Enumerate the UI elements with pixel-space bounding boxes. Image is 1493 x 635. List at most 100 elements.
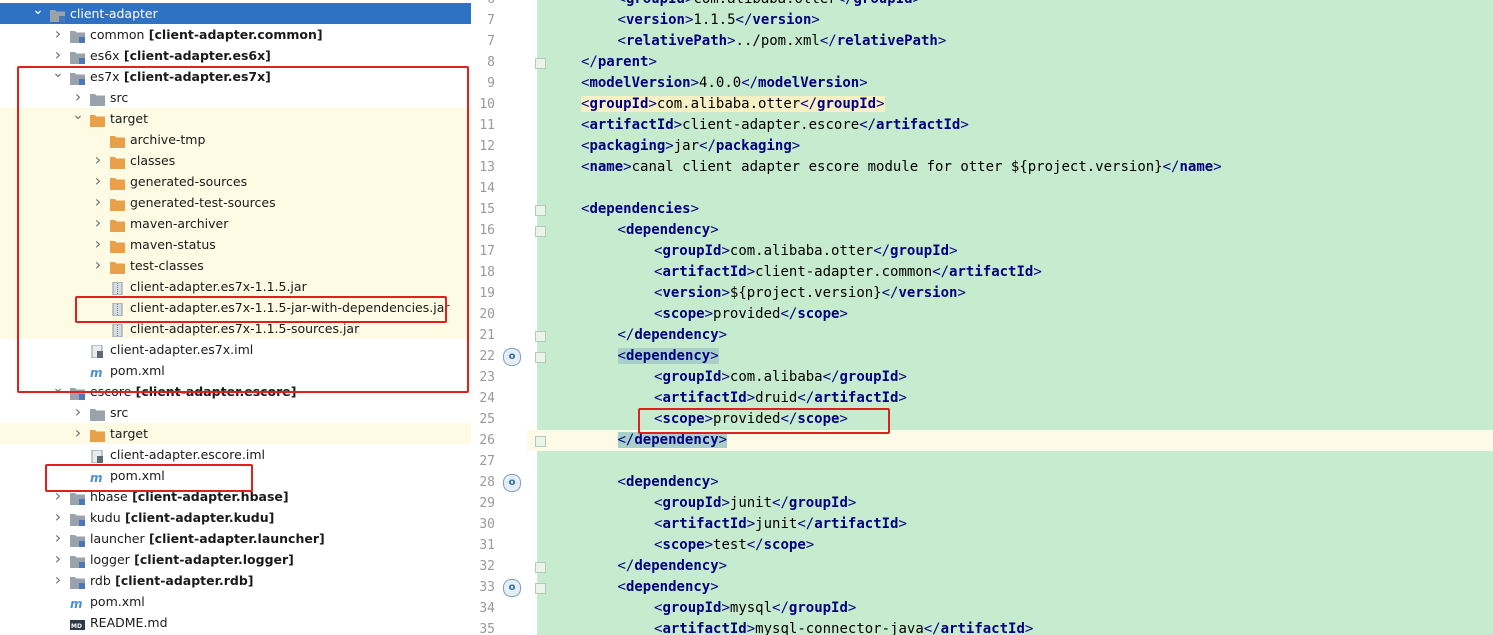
- item-name: generated-sources: [130, 174, 248, 189]
- collapse-arrow-icon[interactable]: ›: [92, 213, 104, 234]
- code-line[interactable]: <groupId>com.alibaba.otter</groupId>: [581, 94, 885, 115]
- tree-item-target[interactable]: › target: [0, 423, 471, 444]
- code-line[interactable]: <groupId>com.alibaba.otter</groupId>: [618, 0, 922, 10]
- collapse-arrow-icon[interactable]: ›: [52, 45, 64, 66]
- tree-item-pom-xml[interactable]: m pom.xml: [0, 591, 471, 612]
- tree-item-es7x[interactable]: ⌄ es7x [client-adapter.es7x]: [0, 66, 471, 87]
- tree-item-readme-md[interactable]: MD README.md: [0, 612, 471, 633]
- fold-marker-icon[interactable]: [535, 583, 546, 594]
- module-folder-icon: [70, 532, 85, 547]
- tree-item-launcher[interactable]: › launcher [client-adapter.launcher]: [0, 528, 471, 549]
- tree-item-classes[interactable]: › classes: [0, 150, 471, 171]
- collapse-arrow-icon[interactable]: ›: [72, 87, 84, 108]
- tree-item-client-adapter-escore-iml[interactable]: client-adapter.escore.iml: [0, 444, 471, 465]
- code-line[interactable]: </dependency>: [617, 430, 728, 451]
- excluded-folder-icon: [110, 217, 125, 232]
- collapse-arrow-icon[interactable]: ›: [92, 192, 104, 213]
- fold-marker-icon[interactable]: [535, 352, 546, 363]
- code-line[interactable]: <relativePath>../pom.xml</relativePath>: [618, 31, 947, 52]
- xml-tag-name: groupId: [662, 495, 722, 511]
- line-number: 12: [479, 139, 495, 154]
- tree-item-pom-xml[interactable]: m pom.xml: [0, 465, 471, 486]
- code-line[interactable]: <groupId>mysql</groupId>: [654, 598, 856, 619]
- tree-item-rdb[interactable]: › rdb [client-adapter.rdb]: [0, 570, 471, 591]
- tree-item-hbase[interactable]: › hbase [client-adapter.hbase]: [0, 486, 471, 507]
- collapse-arrow-icon[interactable]: ›: [52, 486, 64, 507]
- collapse-arrow-icon[interactable]: ›: [52, 528, 64, 549]
- code-editor[interactable]: 6 7 7 8 9 10 11 12 13 14 15 16 17 18 19 20 21 22 o 23 24 25 26…: [471, 0, 1493, 635]
- code-line[interactable]: <version>1.1.5</version>: [618, 10, 820, 31]
- collapse-arrow-icon[interactable]: ›: [92, 234, 104, 255]
- collapse-arrow-icon[interactable]: ›: [52, 549, 64, 570]
- tree-item-pom-xml[interactable]: m pom.xml: [0, 360, 471, 381]
- collapse-arrow-icon[interactable]: ›: [92, 171, 104, 192]
- expand-arrow-icon[interactable]: ⌄: [32, 3, 44, 24]
- override-gutter-icon[interactable]: o: [503, 348, 521, 366]
- collapse-arrow-icon[interactable]: ›: [72, 402, 84, 423]
- xml-bracket: >: [1213, 159, 1222, 175]
- expand-arrow-icon[interactable]: ⌄: [72, 108, 84, 129]
- fold-marker-icon[interactable]: [535, 58, 546, 69]
- tree-item-client-adapter-es7x-1-1-5-jar-with-dependencies-jar[interactable]: client-adapter.es7x-1.1.5-jar-with-depen…: [0, 297, 471, 318]
- fold-marker-icon[interactable]: [535, 562, 546, 573]
- code-line[interactable]: <dependencies>: [581, 199, 699, 220]
- code-line[interactable]: <packaging>jar</packaging>: [581, 136, 800, 157]
- tree-item-kudu[interactable]: › kudu [client-adapter.kudu]: [0, 507, 471, 528]
- code-line[interactable]: <dependency>: [618, 577, 719, 598]
- tree-item-src[interactable]: › src: [0, 87, 471, 108]
- tree-item-target[interactable]: ⌄ target: [0, 108, 471, 129]
- tree-item-logger[interactable]: › logger [client-adapter.logger]: [0, 549, 471, 570]
- code-line[interactable]: <scope>test</scope>: [654, 535, 814, 556]
- tree-item-client-adapter-es7x-1-1-5-sources-jar[interactable]: client-adapter.es7x-1.1.5-sources.jar: [0, 318, 471, 339]
- code-line[interactable]: <dependency>: [618, 472, 719, 493]
- code-line[interactable]: <groupId>com.alibaba</groupId>: [654, 367, 907, 388]
- tree-item-generated-sources[interactable]: › generated-sources: [0, 171, 471, 192]
- code-line[interactable]: <artifactId>junit</artifactId>: [654, 514, 907, 535]
- tree-item-client-adapter-es7x-iml[interactable]: client-adapter.es7x.iml: [0, 339, 471, 360]
- collapse-arrow-icon[interactable]: ›: [92, 255, 104, 276]
- code-line[interactable]: <scope>provided</scope>: [654, 304, 848, 325]
- tree-item-maven-archiver[interactable]: › maven-archiver: [0, 213, 471, 234]
- tree-item-src[interactable]: › src: [0, 402, 471, 423]
- code-line[interactable]: <groupId>junit</groupId>: [654, 493, 856, 514]
- override-gutter-icon[interactable]: o: [503, 474, 521, 492]
- code-line[interactable]: <modelVersion>4.0.0</modelVersion>: [581, 73, 868, 94]
- code-line[interactable]: <scope>provided</scope>: [654, 409, 848, 430]
- code-line[interactable]: </dependency>: [618, 325, 728, 346]
- fold-marker-icon[interactable]: [535, 331, 546, 342]
- code-line[interactable]: </dependency>: [618, 556, 728, 577]
- collapse-arrow-icon[interactable]: ›: [72, 423, 84, 444]
- code-line[interactable]: <artifactId>client-adapter.escore</artif…: [581, 115, 969, 136]
- code-line[interactable]: <artifactId>druid</artifactId>: [654, 388, 907, 409]
- collapse-arrow-icon[interactable]: ›: [52, 24, 64, 45]
- code-line[interactable]: <groupId>com.alibaba.otter</groupId>: [654, 241, 958, 262]
- collapse-arrow-icon[interactable]: ›: [52, 507, 64, 528]
- tree-item-es6x[interactable]: › es6x [client-adapter.es6x]: [0, 45, 471, 66]
- collapse-arrow-icon[interactable]: ›: [52, 570, 64, 591]
- fold-marker-icon[interactable]: [535, 436, 546, 447]
- code-line[interactable]: <name>canal client adapter escore module…: [581, 157, 1222, 178]
- code-line[interactable]: </parent>: [581, 52, 657, 73]
- tree-item-archive-tmp[interactable]: archive-tmp: [0, 129, 471, 150]
- tree-item-maven-status[interactable]: › maven-status: [0, 234, 471, 255]
- code-line[interactable]: <artifactId>mysql-connector-java</artifa…: [654, 619, 1033, 635]
- fold-marker-icon[interactable]: [535, 226, 546, 237]
- line-number: 13: [479, 160, 495, 175]
- tree-item-client-adapter[interactable]: ⌄ client-adapter: [0, 3, 471, 24]
- code-line[interactable]: <dependency>: [618, 220, 719, 241]
- tree-item-escore[interactable]: ⌄ escore [client-adapter.escore]: [0, 381, 471, 402]
- tree-item-label: es7x [client-adapter.es7x]: [90, 66, 271, 87]
- fold-marker-icon[interactable]: [535, 205, 546, 216]
- collapse-arrow-icon[interactable]: ›: [92, 150, 104, 171]
- expand-arrow-icon[interactable]: ⌄: [52, 66, 64, 87]
- expand-arrow-icon[interactable]: ⌄: [52, 381, 64, 402]
- code-line[interactable]: <version>${project.version}</version>: [654, 283, 966, 304]
- override-gutter-icon[interactable]: o: [503, 579, 521, 597]
- tree-item-generated-test-sources[interactable]: › generated-test-sources: [0, 192, 471, 213]
- tree-item-common[interactable]: › common [client-adapter.common]: [0, 24, 471, 45]
- tree-item-client-adapter-es7x-1-1-5-jar[interactable]: client-adapter.es7x-1.1.5.jar: [0, 276, 471, 297]
- tree-item-test-classes[interactable]: › test-classes: [0, 255, 471, 276]
- code-line[interactable]: <artifactId>client-adapter.common</artif…: [654, 262, 1042, 283]
- project-tree[interactable]: ⌄ client-adapter › common [client-adapter.c…: [0, 0, 471, 635]
- code-line[interactable]: <dependency>: [617, 346, 719, 367]
